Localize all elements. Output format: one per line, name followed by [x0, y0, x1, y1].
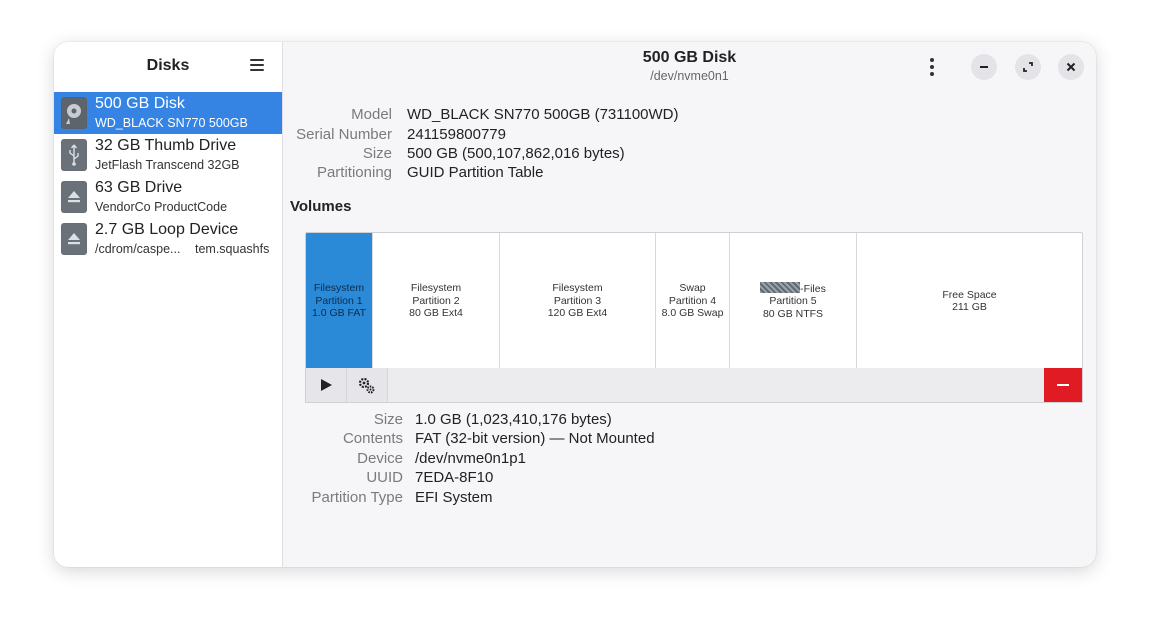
disk-icon-graphic	[62, 98, 86, 128]
partition-size: 8.0 GB Swap	[661, 307, 724, 320]
drive-model: JetFlash Transcend 32GB	[95, 158, 240, 172]
eject-icon-graphic	[62, 224, 86, 254]
serial-value: 241159800779	[407, 126, 506, 143]
device-label: Device	[357, 450, 403, 467]
main-menu-button[interactable]	[250, 59, 264, 73]
partition-label: Free Space	[942, 288, 997, 301]
maximize-button[interactable]	[1015, 54, 1041, 80]
size-value: 500 GB (500,107,862,016 bytes)	[407, 145, 625, 162]
volume-toolbar	[305, 368, 1083, 403]
device-value: /dev/nvme0n1p1	[415, 450, 526, 467]
partition-size-label: Size	[373, 411, 403, 428]
model-value: WD_BLACK SN770 500GB (731100WD)	[407, 106, 679, 123]
main-pane: 500 GB Disk /dev/nvme0n1 Model WD_BLACK …	[283, 42, 1096, 567]
uuid-label: UUID	[366, 469, 403, 486]
sidebar: Disks 500 GB Disk WD_BLACK SN770 500GB 3…	[54, 42, 283, 567]
contents-value: FAT (32-bit version) — Not Mounted	[415, 430, 655, 447]
partition-size: 80 GB NTFS	[762, 307, 824, 320]
hamburger-icon-line	[250, 69, 264, 71]
partition-number: Partition 1	[315, 294, 363, 307]
kebab-dot	[930, 65, 934, 69]
hamburger-icon	[250, 59, 264, 61]
partition-3[interactable]: Filesystem Partition 3 120 GB Ext4	[500, 233, 656, 369]
drive-item-500gb-disk[interactable]: 500 GB Disk WD_BLACK SN770 500GB	[54, 92, 282, 134]
partition-4[interactable]: Swap Partition 4 8.0 GB Swap	[656, 233, 730, 369]
close-button[interactable]	[1058, 54, 1084, 80]
partition-label: -Files	[800, 282, 826, 295]
hamburger-icon-line	[250, 64, 264, 66]
partition-type-label: Partition Type	[311, 489, 403, 506]
close-icon	[1066, 62, 1076, 72]
partition-size-value: 1.0 GB (1,023,410,176 bytes)	[415, 411, 612, 428]
drive-name: 63 GB Drive	[95, 179, 183, 196]
partition-size: 211 GB	[952, 301, 987, 313]
sidebar-header: Disks	[54, 42, 282, 92]
drive-item-loop-device[interactable]: 2.7 GB Loop Device /cdrom/caspe... tem.s…	[54, 218, 282, 260]
drive-model: WD_BLACK SN770 500GB	[95, 116, 248, 130]
partition-number: Partition 4	[668, 294, 717, 307]
serial-label: Serial Number	[296, 126, 392, 143]
drive-path: /cdrom/caspe... tem.squashfs	[95, 242, 269, 256]
kebab-dot	[930, 72, 934, 76]
kebab-menu-icon	[930, 58, 934, 62]
eject-icon	[61, 223, 87, 255]
partition-number: Partition 5	[769, 295, 817, 308]
free-space[interactable]: Free Space 211 GB	[857, 233, 1082, 369]
volumes-heading: Volumes	[290, 198, 352, 215]
partition-type-value: EFI System	[415, 489, 493, 506]
partition-5[interactable]: -Files Partition 5 80 GB NTFS	[730, 233, 857, 369]
mount-button[interactable]	[306, 368, 347, 402]
drive-path-tail: tem.squashfs	[195, 242, 270, 256]
partition-label: Filesystem	[552, 282, 603, 295]
partition-number: Partition 3	[553, 294, 602, 307]
header-bar: 500 GB Disk /dev/nvme0n1	[283, 42, 1096, 92]
eject-icon-graphic	[62, 182, 86, 212]
partition-label-row: -Files	[760, 281, 826, 296]
drive-item-32gb-thumb-drive[interactable]: 32 GB Thumb Drive JetFlash Transcend 32G…	[54, 134, 282, 176]
drive-model: VendorCo ProductCode	[95, 200, 228, 214]
delete-partition-button[interactable]	[1044, 368, 1082, 402]
minimize-button[interactable]	[971, 54, 997, 80]
drive-item-63gb-drive[interactable]: 63 GB Drive VendorCo ProductCode	[54, 176, 282, 218]
partition-label: Filesystem	[313, 282, 365, 295]
partition-2[interactable]: Filesystem Partition 2 80 GB Ext4	[373, 233, 500, 369]
partition-label: Swap	[679, 282, 706, 295]
partitioning-value: GUID Partition Table	[407, 164, 544, 181]
disk-icon	[61, 97, 87, 129]
usb-icon	[61, 139, 87, 171]
partition-label: Filesystem	[410, 282, 462, 295]
sidebar-title: Disks	[146, 57, 190, 74]
play-icon	[321, 379, 332, 391]
drive-path-head: /cdrom/caspe...	[95, 242, 181, 256]
partition-size: 120 GB Ext4	[547, 307, 608, 320]
drive-options-button[interactable]	[924, 56, 940, 78]
drive-name: 500 GB Disk	[95, 95, 185, 112]
drive-name: 32 GB Thumb Drive	[95, 137, 237, 154]
eject-icon	[61, 181, 87, 213]
partition-number: Partition 2	[412, 294, 460, 307]
minus-icon	[1057, 384, 1069, 386]
size-label: Size	[362, 145, 392, 162]
partition-size: 80 GB Ext4	[409, 307, 463, 320]
disks-window: Disks 500 GB Disk WD_BLACK SN770 500GB 3…	[54, 42, 1096, 567]
drive-name: 2.7 GB Loop Device	[95, 221, 239, 238]
model-label: Model	[351, 106, 392, 123]
partition-map: Filesystem Partition 1 1.0 GB FAT Filesy…	[305, 232, 1083, 370]
minimize-icon	[980, 66, 988, 68]
maximize-icon	[1023, 62, 1033, 72]
partitioning-label: Partitioning	[316, 164, 392, 181]
partition-settings-button[interactable]	[347, 368, 388, 402]
gears-icon	[358, 377, 375, 394]
contents-label: Contents	[342, 430, 403, 447]
uuid-value: 7EDA-8F10	[415, 469, 494, 486]
redacted-label-block	[760, 281, 801, 293]
partition-1[interactable]: Filesystem Partition 1 1.0 GB FAT	[306, 233, 373, 369]
partition-size: 1.0 GB FAT	[311, 307, 367, 320]
usb-icon-graphic	[62, 140, 86, 170]
